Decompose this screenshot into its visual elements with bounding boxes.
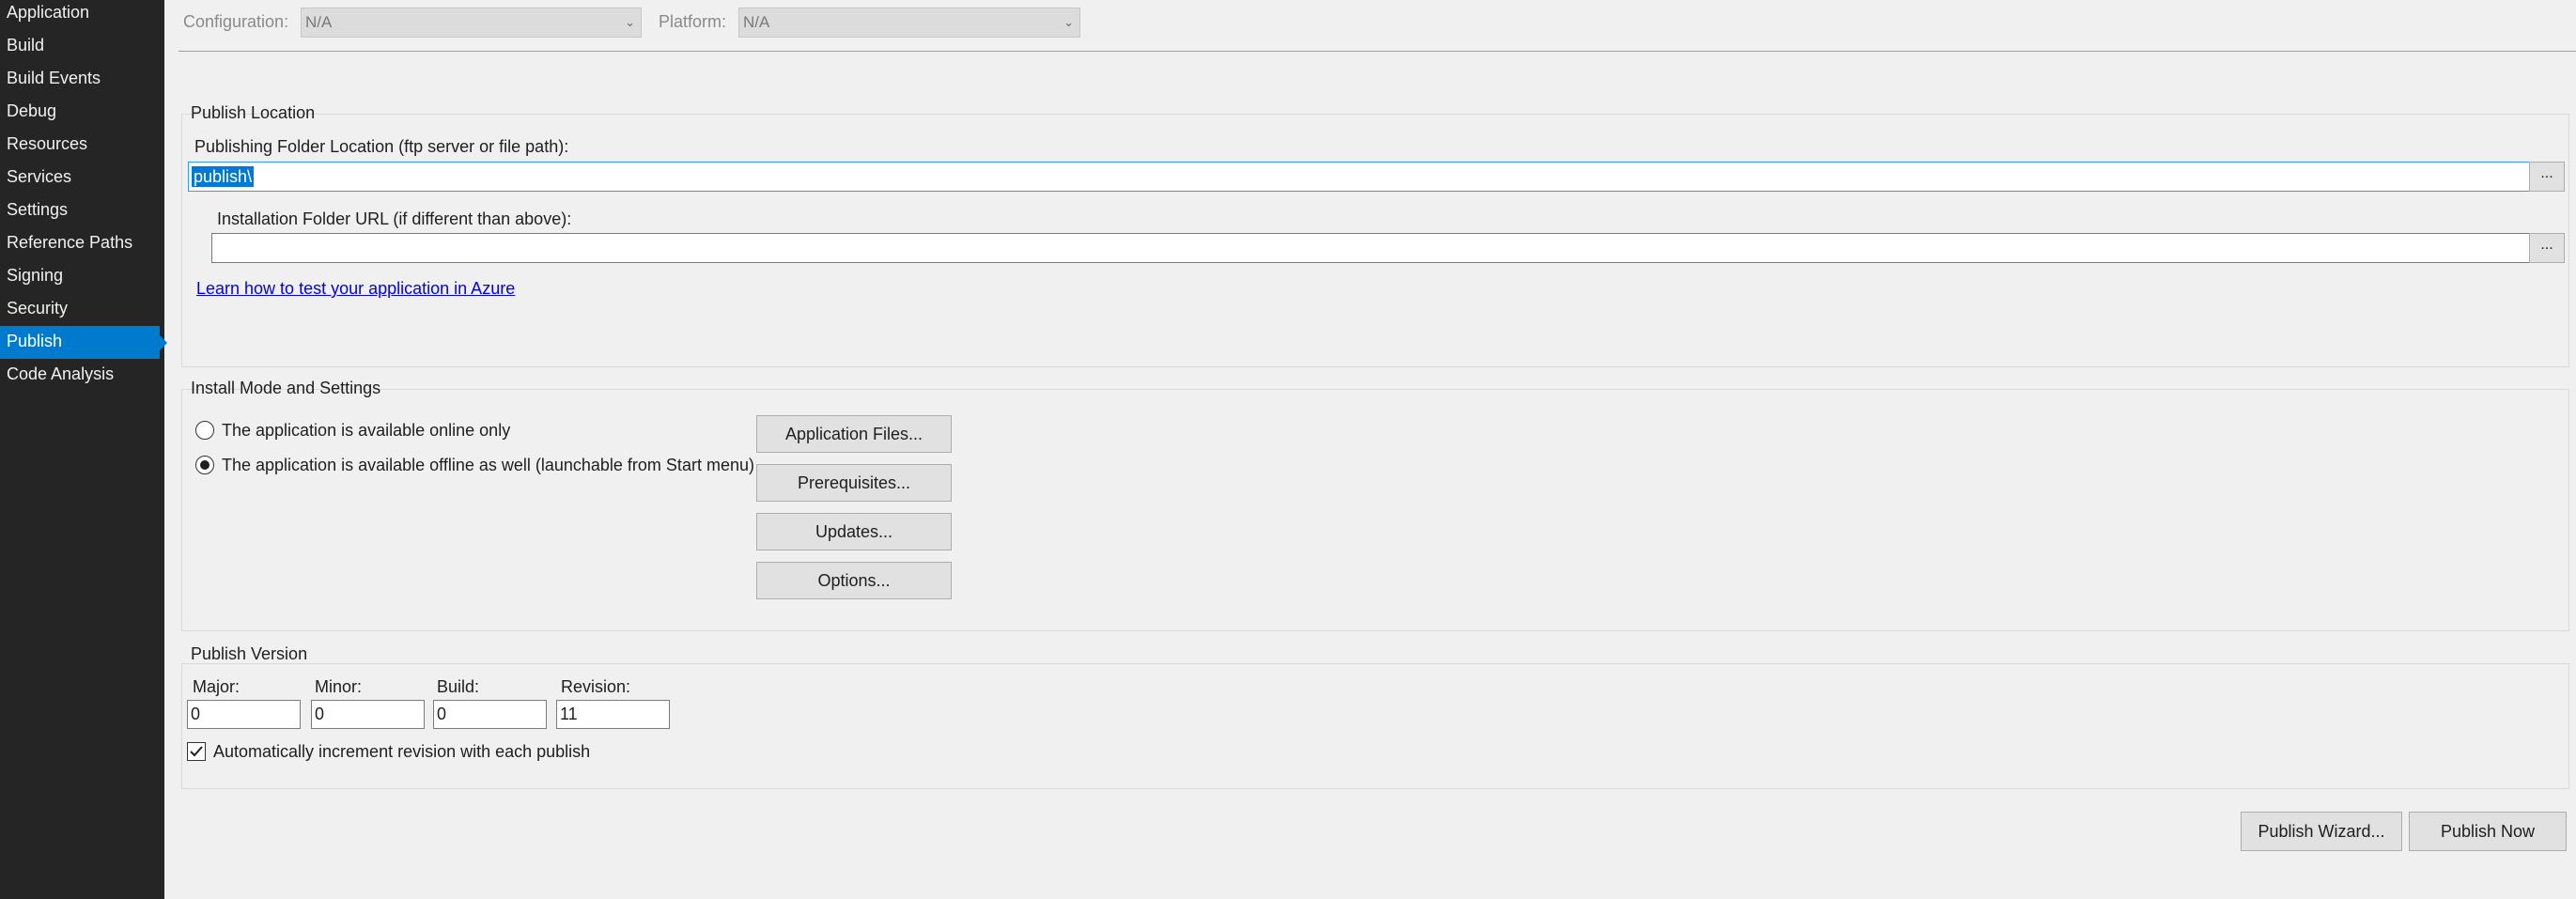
sidebar-item-resources[interactable]: Resources <box>0 132 164 164</box>
publishing-folder-value: publish\ <box>192 166 255 187</box>
auto-increment-checkbox[interactable] <box>187 742 206 761</box>
sidebar-item-label: Signing <box>7 266 64 285</box>
azure-test-link[interactable]: Learn how to test your application in Az… <box>196 279 515 299</box>
sidebar-item-label: Security <box>7 299 69 318</box>
platform-value: N/A <box>743 13 770 31</box>
publishing-folder-label: Publishing Folder Location (ftp server o… <box>194 137 569 156</box>
sidebar-item-label: Resources <box>7 134 88 153</box>
configuration-dropdown[interactable]: N/A ⌄ <box>301 8 642 38</box>
browse-url-button[interactable]: ... <box>2529 233 2565 263</box>
sidebar-item-reference-paths[interactable]: Reference Paths <box>0 230 164 263</box>
application-files-button[interactable]: Application Files... <box>756 415 952 453</box>
publish-version-title: Publish Version <box>191 644 308 663</box>
major-input[interactable]: 0 <box>187 700 301 729</box>
auto-increment-label[interactable]: Automatically increment revision with ea… <box>213 742 590 762</box>
publish-now-button[interactable]: Publish Now <box>2409 812 2567 851</box>
header-separator <box>178 51 2576 52</box>
publish-page: Configuration: N/A ⌄ Platform: N/A ⌄ Pub… <box>164 0 2576 899</box>
platform-label: Platform: <box>659 12 727 31</box>
sidebar-item-application[interactable]: Application <box>0 0 164 33</box>
sidebar: Application Build Build Events Debug Res… <box>0 0 167 899</box>
sidebar-item-debug[interactable]: Debug <box>0 99 164 132</box>
prerequisites-button[interactable]: Prerequisites... <box>756 464 952 502</box>
updates-button[interactable]: Updates... <box>756 513 952 550</box>
minor-input[interactable]: 0 <box>311 700 425 729</box>
major-label: Major: <box>193 677 241 696</box>
sidebar-item-label: Application <box>7 3 90 22</box>
checkmark-icon <box>190 746 203 757</box>
sidebar-item-label: Settings <box>7 200 69 219</box>
install-mode-title: Install Mode and Settings <box>191 379 381 397</box>
chevron-down-icon: ⌄ <box>1063 15 1074 29</box>
browse-folder-button[interactable]: ... <box>2529 162 2565 192</box>
sidebar-item-security[interactable]: Security <box>0 296 164 329</box>
online-only-label[interactable]: The application is available online only <box>222 421 510 441</box>
chevron-down-icon: ⌄ <box>625 15 635 29</box>
sidebar-item-build[interactable]: Build <box>0 33 164 66</box>
install-mode-group <box>181 389 2569 631</box>
sidebar-item-label: Code Analysis <box>7 364 115 383</box>
sidebar-item-label: Build Events <box>7 69 101 87</box>
offline-label[interactable]: The application is available offline as … <box>222 456 754 475</box>
revision-input[interactable]: 11 <box>556 700 670 729</box>
sidebar-item-label: Reference Paths <box>7 233 133 252</box>
sidebar-item-services[interactable]: Services <box>0 164 164 197</box>
revision-label: Revision: <box>561 677 631 696</box>
publish-wizard-button[interactable]: Publish Wizard... <box>2241 812 2402 851</box>
sidebar-item-label: Debug <box>7 101 57 120</box>
sidebar-item-signing[interactable]: Signing <box>0 263 164 296</box>
platform-dropdown[interactable]: N/A ⌄ <box>738 8 1080 38</box>
installation-url-combo[interactable]: ⌄ <box>211 233 2548 263</box>
sidebar-item-build-events[interactable]: Build Events <box>0 66 164 99</box>
sidebar-item-label: Build <box>7 36 45 54</box>
publishing-folder-combo[interactable]: publish\ ⌄ <box>188 162 2547 192</box>
minor-label: Minor: <box>315 677 363 696</box>
publish-location-title: Publish Location <box>191 103 316 122</box>
build-input[interactable]: 0 <box>433 700 547 729</box>
online-only-radio[interactable] <box>195 421 214 440</box>
sidebar-item-label: Publish <box>7 332 63 350</box>
sidebar-item-settings[interactable]: Settings <box>0 197 164 230</box>
sidebar-item-publish[interactable]: Publish <box>0 326 167 359</box>
sidebar-item-label: Services <box>7 167 72 186</box>
build-label: Build: <box>437 677 480 696</box>
configuration-value: N/A <box>305 13 333 31</box>
options-button[interactable]: Options... <box>756 562 952 599</box>
installation-url-label: Installation Folder URL (if different th… <box>217 209 572 228</box>
sidebar-item-code-analysis[interactable]: Code Analysis <box>0 362 164 395</box>
configuration-label: Configuration: <box>183 12 289 31</box>
offline-radio[interactable] <box>195 456 214 474</box>
